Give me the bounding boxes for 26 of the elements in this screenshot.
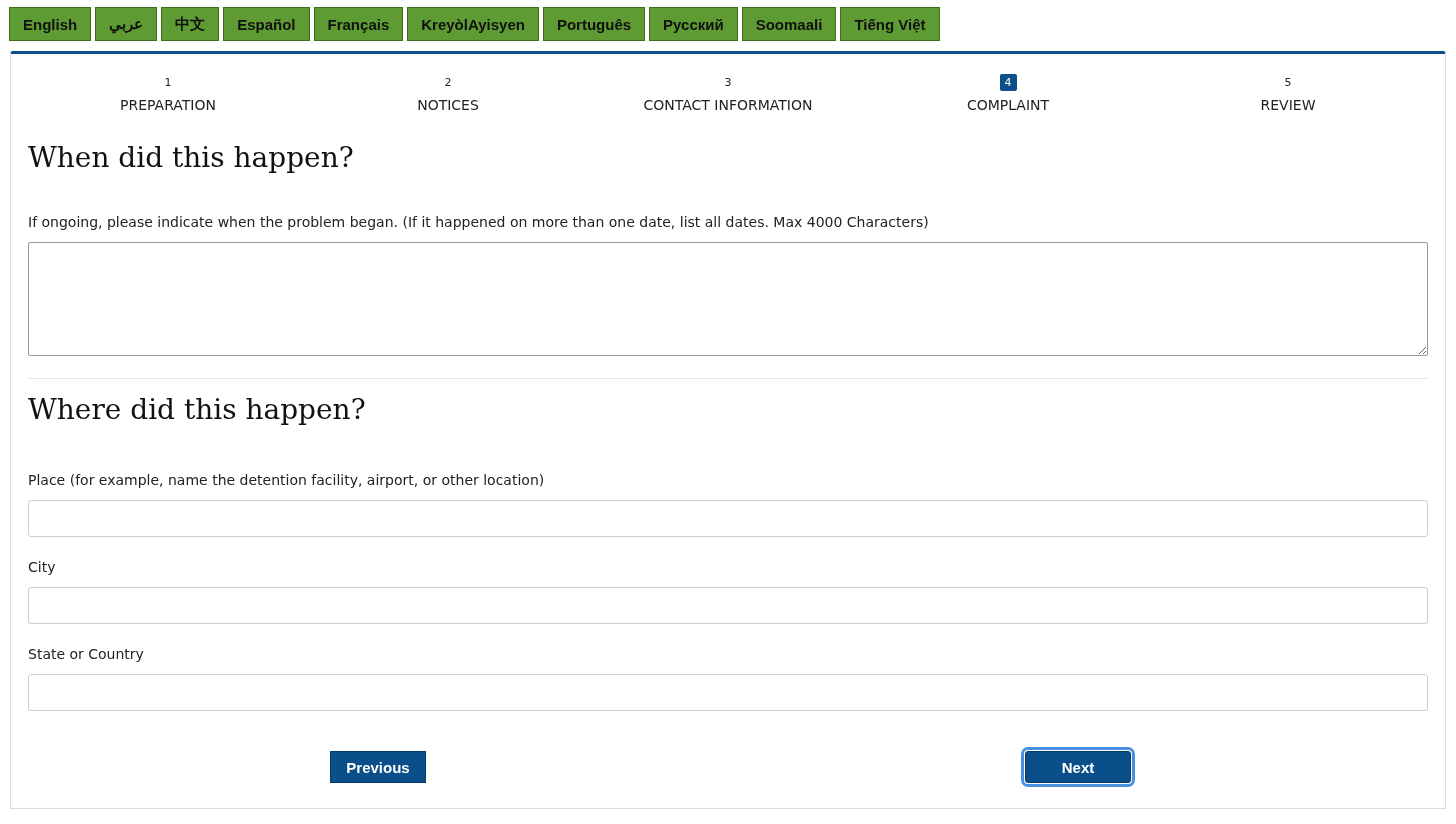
text-area[interactable]: [28, 242, 1428, 356]
step-tab[interactable]: 3 CONTACT INFORMATION: [588, 74, 868, 113]
field-label: Place (for example, name the detention facility, airport, or other location): [28, 472, 546, 488]
field-label: If ongoing, please indicate when the problem began. (If it happened on more than one date, list all dates. Max 4000 Characters): [28, 214, 930, 230]
language-button[interactable]: Русский: [649, 7, 738, 41]
field-label: City: [28, 559, 57, 575]
field-label: State or Country: [28, 646, 145, 662]
previous-button[interactable]: Previous: [330, 751, 426, 783]
section-heading: Where did this happen?: [28, 393, 367, 426]
step-tab[interactable]: 4 COMPLAINT: [868, 74, 1148, 113]
language-button[interactable]: KreyòlAyisyen: [407, 7, 539, 41]
step-tab[interactable]: 1 PREPARATION: [28, 74, 308, 113]
language-button[interactable]: English: [9, 7, 92, 41]
language-button[interactable]: Español: [223, 7, 310, 41]
input-field[interactable]: [28, 674, 1428, 711]
section-heading: When did this happen?: [28, 141, 355, 174]
step-tab[interactable]: 5 REVIEW: [1148, 74, 1428, 113]
language-button[interactable]: عربي: [95, 7, 158, 41]
language-button[interactable]: Tiếng Việt: [840, 7, 940, 41]
language-button[interactable]: Soomaali: [741, 7, 837, 41]
language-button[interactable]: Português: [542, 7, 646, 41]
language-button[interactable]: Français: [313, 7, 404, 41]
input-field[interactable]: [28, 500, 1428, 537]
language-button[interactable]: 中文: [161, 7, 220, 41]
input-field[interactable]: [28, 587, 1428, 624]
step-tab[interactable]: 2 NOTICES: [308, 74, 588, 113]
